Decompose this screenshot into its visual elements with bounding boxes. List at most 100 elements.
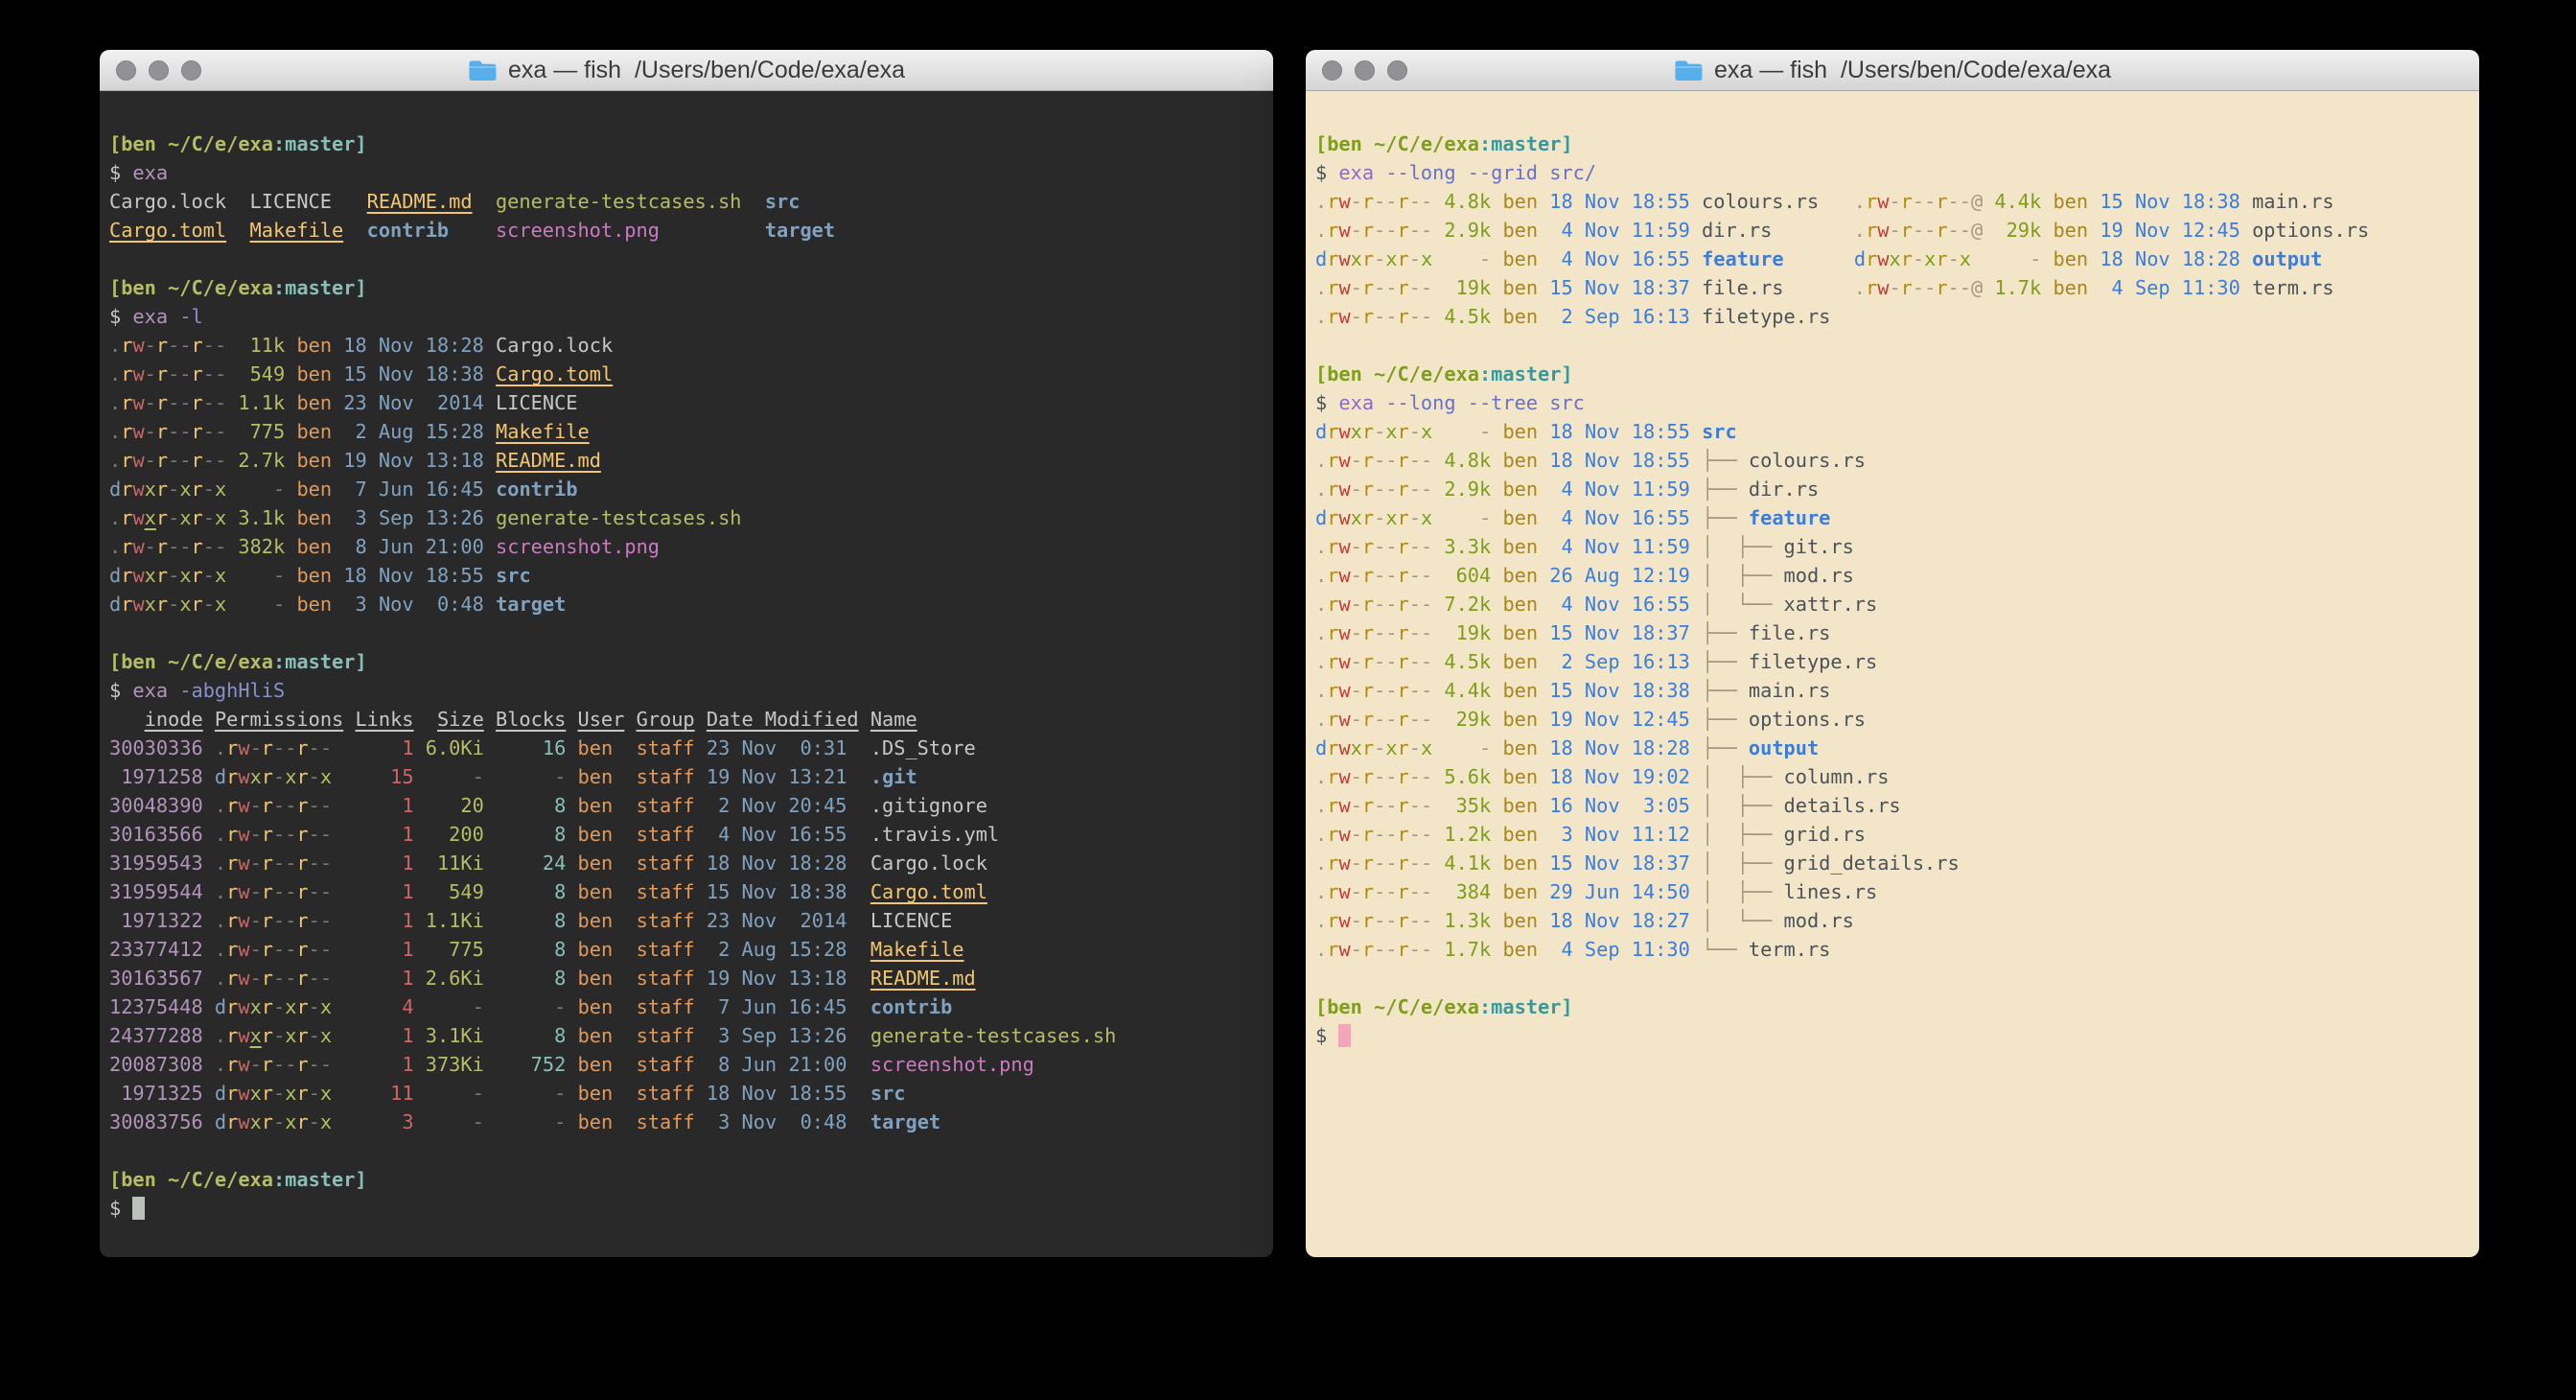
text-segment: x — [1924, 247, 1936, 270]
minimize-button[interactable] — [149, 60, 169, 81]
text-segment: r — [1327, 305, 1338, 328]
text-segment: - — [1889, 190, 1900, 213]
text-segment: - — [273, 995, 285, 1018]
text-segment: r — [156, 506, 168, 529]
text-segment — [484, 506, 496, 529]
window-titlebar[interactable]: exa — fish /Users/ben/Code/exa/exa — [100, 50, 1273, 91]
text-segment — [1538, 765, 1549, 788]
text-segment — [2041, 190, 2053, 213]
text-segment: r — [156, 478, 168, 501]
text-segment: 1971322 — [109, 909, 203, 932]
text-segment: r — [1901, 219, 1913, 242]
text-segment — [566, 1110, 577, 1133]
text-segment: file.rs — [1749, 621, 1830, 644]
text-segment: src — [496, 564, 531, 587]
text-segment: target — [765, 219, 835, 242]
terminal-output[interactable]: [ben ~/C/e/exa:master] $ exa Cargo.lock … — [100, 91, 1273, 1257]
text-segment — [1491, 478, 1502, 501]
text-segment: ├── — [1702, 736, 1749, 759]
text-segment: ben — [1502, 650, 1538, 673]
zoom-button[interactable] — [181, 60, 201, 81]
text-segment — [566, 823, 577, 846]
text-segment — [1690, 535, 1702, 558]
close-button[interactable] — [1322, 60, 1342, 81]
text-segment: r — [121, 420, 132, 443]
text-segment: ben — [578, 1082, 614, 1105]
text-segment: $ — [109, 305, 132, 328]
minimize-button[interactable] — [1355, 60, 1375, 81]
text-segment — [332, 593, 343, 616]
text-segment: r — [1901, 190, 1913, 213]
text-segment — [414, 1024, 426, 1047]
text-segment: staff — [637, 1110, 695, 1133]
text-segment: r — [296, 736, 308, 759]
text-segment — [484, 535, 496, 558]
text-segment: w — [238, 794, 249, 817]
window-titlebar[interactable]: exa — fish /Users/ben/Code/exa/exa — [1306, 50, 2479, 91]
text-segment — [1491, 535, 1502, 558]
text-segment: ben — [578, 794, 614, 817]
text-segment — [484, 880, 496, 903]
text-segment: w — [1877, 247, 1889, 270]
text-segment — [203, 1082, 215, 1105]
text-segment — [203, 794, 215, 817]
text-segment: inode — [145, 708, 203, 731]
text-segment: r — [262, 1024, 273, 1047]
text-segment: 2 Aug 15:28 — [707, 938, 847, 961]
terminal-output[interactable]: [ben ~/C/e/exa:master] $ exa --long --gr… — [1306, 91, 2479, 1257]
close-button[interactable] — [116, 60, 136, 81]
text-segment — [613, 765, 636, 788]
text-segment: r — [1398, 219, 1409, 242]
text-segment: r — [1327, 593, 1338, 616]
text-segment: 1 — [332, 909, 413, 932]
text-segment: 3 Sep 13:26 — [343, 506, 484, 529]
text-segment — [1491, 909, 1502, 932]
text-segment: r — [1362, 621, 1374, 644]
text-segment: r — [1327, 708, 1338, 731]
text-segment: x — [320, 1110, 332, 1133]
text-segment: x — [285, 1082, 296, 1105]
text-segment — [414, 1110, 426, 1133]
text-segment: - — [145, 391, 156, 414]
text-segment: ben — [1502, 736, 1538, 759]
text-segment: - — [1948, 247, 1960, 270]
text-segment: 20087308 — [109, 1053, 203, 1076]
text-segment: w — [1338, 276, 1350, 299]
text-segment: 11Ki — [426, 852, 484, 875]
text-segment: -- — [1374, 593, 1397, 616]
text-segment: -- — [168, 535, 191, 558]
text-segment: - — [145, 535, 156, 558]
text-segment: x — [1351, 736, 1362, 759]
text-segment: [ben ~/C/e/exa — [109, 650, 273, 673]
text-segment: w — [132, 478, 144, 501]
text-segment: ben — [1502, 593, 1538, 616]
text-segment: r — [121, 449, 132, 472]
text-segment: -- — [1409, 938, 1432, 961]
text-segment: 4.1k — [1432, 852, 1491, 875]
text-segment: w — [132, 535, 144, 558]
text-segment: w — [238, 1024, 249, 1047]
text-segment: - — [250, 794, 262, 817]
zoom-button[interactable] — [1387, 60, 1407, 81]
text-segment: . — [109, 420, 121, 443]
text-segment: x — [1351, 420, 1362, 443]
text-segment: r — [1327, 736, 1338, 759]
text-segment: . — [109, 449, 121, 472]
text-segment — [484, 593, 496, 616]
text-segment: 1 — [332, 967, 413, 990]
text-segment: 7.2k — [1432, 593, 1491, 616]
text-segment: r — [1362, 765, 1374, 788]
text-segment: Size — [437, 708, 484, 731]
text-segment: r — [1362, 564, 1374, 587]
text-segment: -- — [1913, 276, 1936, 299]
text-segment: x — [320, 1082, 332, 1105]
text-segment: ben — [2053, 190, 2088, 213]
text-segment: ben — [1502, 823, 1538, 846]
text-segment: r — [1866, 190, 1877, 213]
text-segment: 15 — [332, 765, 413, 788]
text-segment: ben — [1502, 621, 1538, 644]
text-segment: 8 — [496, 1024, 566, 1047]
text-segment: . — [215, 794, 226, 817]
text-segment — [2088, 190, 2100, 213]
text-segment: 2 Sep 16:13 — [1549, 650, 1690, 673]
